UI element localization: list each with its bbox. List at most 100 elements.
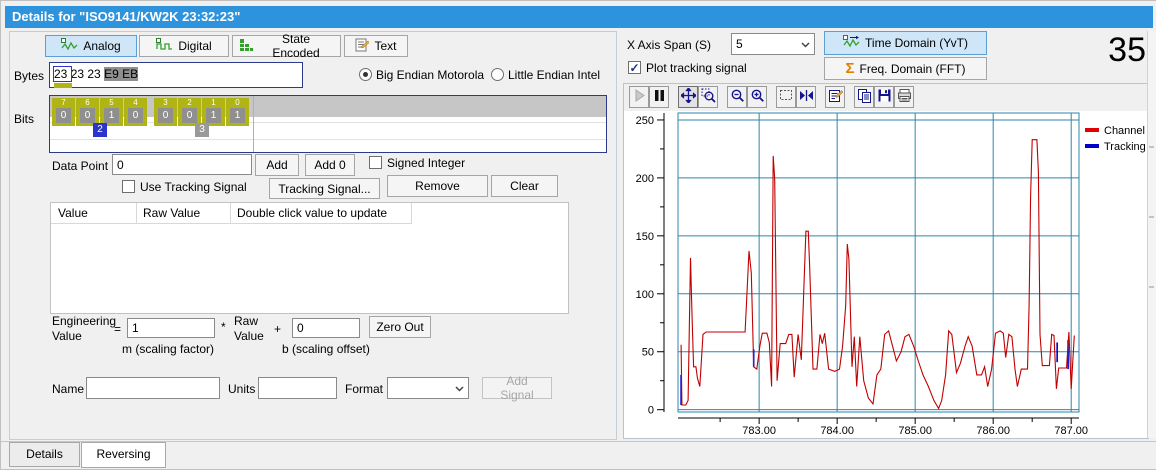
tab-details[interactable]: Details bbox=[9, 442, 80, 467]
bit-cell-1[interactable]: 11 bbox=[202, 98, 225, 126]
data-point-input[interactable] bbox=[112, 154, 252, 175]
nibble-value: 2 bbox=[93, 123, 107, 137]
svg-text:100: 100 bbox=[636, 289, 654, 301]
scaling-offset-input[interactable] bbox=[292, 318, 360, 338]
bit-cell-7[interactable]: 70 bbox=[52, 98, 75, 126]
selected-bytes[interactable]: E9 EB bbox=[104, 67, 138, 81]
bit-cell-0[interactable]: 01 bbox=[226, 98, 249, 126]
plot-toolbar bbox=[624, 84, 1148, 111]
name-label: Name bbox=[52, 382, 84, 396]
add-signal-button[interactable]: Add Signal bbox=[482, 377, 552, 399]
engineering-value-label-2: Value bbox=[52, 329, 82, 343]
bit-cell-2[interactable]: 20 bbox=[178, 98, 201, 126]
svg-text:784.00: 784.00 bbox=[820, 425, 854, 437]
bit-cell-3[interactable]: 30 bbox=[154, 98, 177, 126]
value-table[interactable]: Value Raw Value Double click value to up… bbox=[50, 202, 569, 314]
time-domain-wave-icon bbox=[843, 35, 860, 51]
multiply-sign: * bbox=[221, 320, 226, 334]
window-title-bar[interactable]: Details for "ISO9141/KW2K 23:32:23" bbox=[5, 6, 1153, 28]
tab-reversing[interactable]: Reversing bbox=[81, 442, 166, 468]
chevron-down-icon bbox=[801, 37, 810, 51]
zoom-window-tool-button[interactable] bbox=[698, 86, 718, 108]
svg-text:787.00: 787.00 bbox=[1054, 425, 1088, 437]
text-view-button[interactable]: Text bbox=[344, 35, 408, 57]
big-endian-label: Big Endian Motorola bbox=[376, 68, 484, 82]
raw-value-column-header: Raw Value bbox=[136, 203, 230, 224]
signed-integer-checkbox[interactable] bbox=[369, 156, 382, 169]
state-encoded-view-button[interactable]: State Encoded bbox=[232, 35, 341, 57]
zero-out-button[interactable]: Zero Out bbox=[369, 316, 431, 338]
engineering-value-label-1: Engineering bbox=[52, 314, 116, 328]
units-label: Units bbox=[228, 382, 255, 396]
use-tracking-signal-checkbox[interactable] bbox=[122, 180, 135, 193]
zoom-in-tool-button[interactable] bbox=[747, 86, 767, 108]
tracking-signal-button[interactable]: Tracking Signal... bbox=[269, 178, 380, 199]
plot-tracking-checkbox[interactable]: ✓ bbox=[628, 61, 641, 74]
plot-tracking-label: Plot tracking signal bbox=[646, 61, 747, 75]
analog-wave-icon bbox=[61, 38, 78, 54]
signal-plot[interactable]: 050100150200250783.00784.00785.00786.007… bbox=[625, 112, 1145, 437]
value-column-header: Value bbox=[51, 203, 136, 224]
analog-view-button[interactable]: Analog bbox=[45, 35, 137, 57]
svg-text:50: 50 bbox=[642, 347, 654, 359]
zoom-out-tool-button[interactable] bbox=[727, 86, 747, 108]
svg-text:786.00: 786.00 bbox=[976, 425, 1010, 437]
add-button[interactable]: Add bbox=[255, 154, 299, 176]
play-tool-button[interactable] bbox=[629, 86, 649, 108]
name-input[interactable] bbox=[86, 377, 220, 399]
scaling-offset-caption: b (scaling offset) bbox=[282, 342, 370, 356]
text-icon bbox=[355, 38, 369, 55]
svg-text:783.00: 783.00 bbox=[742, 425, 776, 437]
save-tool-button[interactable] bbox=[874, 86, 894, 108]
byte-token[interactable]: 23 bbox=[87, 67, 104, 81]
big-endian-radio[interactable] bbox=[359, 68, 372, 81]
byte-token[interactable]: 23 bbox=[71, 67, 88, 81]
play-icon bbox=[632, 88, 647, 106]
copy-tool-button[interactable] bbox=[854, 86, 874, 108]
format-select[interactable] bbox=[387, 377, 469, 399]
svg-text:200: 200 bbox=[636, 173, 654, 185]
digital-view-button[interactable]: Digital bbox=[139, 35, 229, 57]
print-icon bbox=[897, 88, 912, 106]
signed-integer-label: Signed Integer bbox=[387, 156, 465, 170]
x-axis-span-select[interactable]: 5 bbox=[731, 33, 815, 55]
clear-button[interactable]: Clear bbox=[491, 175, 558, 197]
bit-cell-4[interactable]: 40 bbox=[124, 98, 147, 126]
properties-tool-button[interactable] bbox=[825, 86, 845, 108]
little-endian-label: Little Endian Intel bbox=[508, 68, 600, 82]
zoom-out-icon bbox=[730, 88, 745, 106]
signal-details-panel: Analog Digital State Encoded Text Bytes … bbox=[9, 31, 617, 440]
chevron-down-icon bbox=[455, 381, 464, 395]
copy-icon bbox=[857, 88, 872, 106]
svg-text:Tracking: Tracking bbox=[1104, 141, 1145, 153]
vertical-scrollbar[interactable] bbox=[1147, 31, 1156, 438]
bits-panel[interactable]: 706051403020110123 bbox=[49, 95, 607, 153]
data-point-label: Data Point bbox=[52, 159, 108, 173]
scaling-factor-input[interactable] bbox=[127, 318, 215, 338]
svg-text:0: 0 bbox=[648, 405, 654, 417]
little-endian-radio[interactable] bbox=[491, 68, 504, 81]
plot-panel: X Axis Span (S) 5 Time Domain (YvT) Σ Fr… bbox=[621, 31, 1148, 438]
select-region-tool-button[interactable] bbox=[776, 86, 796, 108]
state-encoded-icon bbox=[239, 38, 253, 54]
bit-cell-6[interactable]: 60 bbox=[76, 98, 99, 126]
units-input[interactable] bbox=[258, 377, 337, 399]
byte-token[interactable]: 23 bbox=[54, 67, 71, 81]
properties-icon bbox=[828, 88, 843, 106]
pan-tool-button[interactable] bbox=[678, 86, 698, 108]
freq-domain-button[interactable]: Σ Freq. Domain (FFT) bbox=[824, 57, 987, 80]
pause-tool-button[interactable] bbox=[649, 86, 669, 108]
window-title: Details for "ISO9141/KW2K 23:32:23" bbox=[12, 9, 240, 24]
update-hint-column-header: Double click value to update bbox=[230, 203, 411, 224]
markers-tool-button[interactable] bbox=[796, 86, 816, 108]
remove-button[interactable]: Remove bbox=[387, 175, 488, 197]
bytes-input[interactable]: 23 23 23 E9 EB bbox=[49, 62, 303, 88]
time-domain-button[interactable]: Time Domain (YvT) bbox=[824, 31, 987, 55]
bit-cell-5[interactable]: 51 bbox=[100, 98, 123, 126]
add-zero-button[interactable]: Add 0 bbox=[305, 154, 355, 176]
svg-text:Channel 1: Channel 1 bbox=[1104, 125, 1145, 137]
markers-icon bbox=[799, 88, 814, 106]
print-tool-button[interactable] bbox=[894, 86, 914, 108]
svg-text:150: 150 bbox=[636, 231, 654, 243]
use-tracking-signal-label: Use Tracking Signal bbox=[140, 180, 247, 194]
